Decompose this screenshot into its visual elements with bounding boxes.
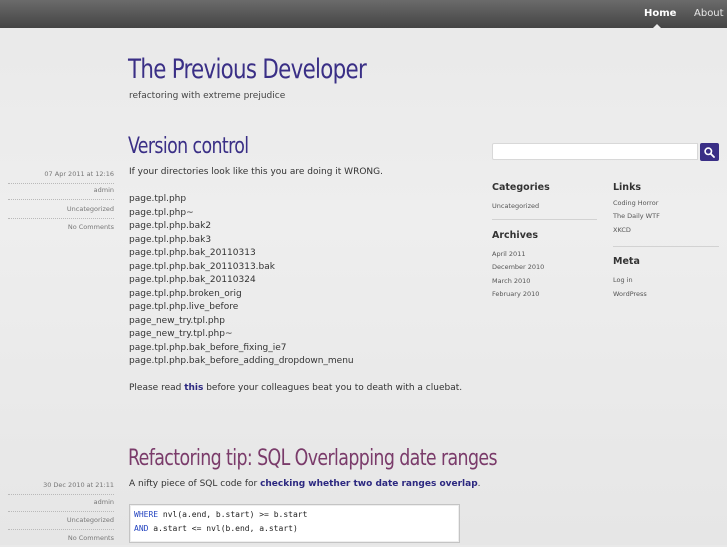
code-line: AND a.start <= nvl(b.end, a.start)	[134, 524, 298, 533]
post-text: before your colleagues beat you to death…	[203, 383, 463, 393]
divider	[613, 246, 719, 247]
file-list-item: page.tpl.php~	[129, 208, 194, 218]
widget-title-meta: Meta	[613, 256, 640, 267]
wordpress-link[interactable]: WordPress	[613, 290, 647, 298]
post-paragraph: A nifty piece of SQL code for checking w…	[129, 479, 481, 489]
search-button[interactable]	[700, 143, 719, 161]
search-input[interactable]	[492, 143, 698, 160]
site-tagline: refactoring with extreme prejudice	[129, 91, 286, 101]
post-paragraph: If your directories look like this you a…	[129, 167, 383, 177]
post-author[interactable]: admin	[8, 498, 114, 512]
file-list-item: page.tpl.php.live_before	[129, 302, 239, 312]
top-nav-bar: Home About	[0, 0, 727, 28]
nav-about-link[interactable]: About	[694, 8, 724, 19]
post-date: 07 Apr 2011 at 12:16	[8, 170, 114, 184]
file-list-item: page.tpl.php.bak_before_adding_dropdown_…	[129, 356, 354, 366]
code-text: nvl(a.end, b.start) >= b.start	[158, 510, 308, 519]
file-list-item: page_new_try.tpl.php	[129, 316, 225, 326]
blogroll-link[interactable]: Coding Horror	[613, 199, 658, 207]
post-title-sql-overlapping[interactable]: Refactoring tip: SQL Overlapping date ra…	[128, 446, 498, 471]
archive-link[interactable]: April 2011	[492, 250, 525, 258]
code-keyword: WHERE	[134, 510, 159, 519]
post-category[interactable]: Uncategorized	[8, 205, 114, 219]
file-list-item: page.tpl.php.broken_orig	[129, 289, 242, 299]
category-link[interactable]: Uncategorized	[492, 202, 539, 210]
blogroll-link[interactable]: XKCD	[613, 226, 631, 234]
divider	[492, 219, 597, 220]
code-block: WHERE nvl(a.end, b.start) >= b.start AND…	[129, 504, 460, 543]
file-list-item: page.tpl.php.bak_20110313.bak	[129, 262, 275, 272]
post-title-version-control[interactable]: Version control	[128, 134, 249, 159]
this-link[interactable]: this	[184, 383, 203, 393]
post-paragraph-cluebat: Please read this before your colleagues …	[129, 383, 462, 393]
file-list-item: page.tpl.php.bak2	[129, 221, 212, 231]
file-list-item: page_new_try.tpl.php~	[129, 329, 233, 339]
file-list-item: page.tpl.php.bak_20110324	[129, 275, 256, 285]
post-comments-link[interactable]: No Comments	[8, 223, 114, 236]
file-list-item: page.tpl.php	[129, 194, 187, 204]
archive-link[interactable]: December 2010	[492, 263, 544, 271]
login-link[interactable]: Log in	[613, 276, 633, 284]
code-keyword: AND	[134, 524, 149, 533]
post-text: A nifty piece of SQL code for	[129, 479, 261, 489]
date-range-overlap-link[interactable]: checking whether two date ranges overlap	[260, 479, 478, 489]
widget-title-links: Links	[613, 182, 642, 193]
blogroll-link[interactable]: The Daily WTF	[613, 212, 660, 220]
file-list-item: page.tpl.php.bak_20110313	[129, 248, 256, 258]
post-date: 30 Dec 2010 at 21:11	[8, 481, 114, 495]
post-text: .	[477, 479, 481, 489]
code-line: WHERE nvl(a.end, b.start) >= b.start	[134, 510, 307, 519]
post-author[interactable]: admin	[8, 186, 114, 200]
active-nav-indicator	[653, 24, 661, 28]
site-title[interactable]: The Previous Developer	[128, 54, 367, 85]
archive-link[interactable]: March 2010	[492, 277, 530, 285]
widget-title-categories: Categories	[492, 182, 550, 193]
post-category[interactable]: Uncategorized	[8, 516, 114, 530]
file-list-item: page.tpl.php.bak3	[129, 235, 212, 245]
post-text: Please read	[129, 383, 185, 393]
code-text: a.start <= nvl(b.end, a.start)	[148, 524, 298, 533]
file-list-item: page.tpl.php.bak_before_fixing_ie7	[129, 343, 287, 353]
widget-title-archives: Archives	[492, 230, 538, 241]
archive-link[interactable]: February 2010	[492, 290, 539, 298]
post-comments-link[interactable]: No Comments	[8, 534, 114, 547]
nav-home-link[interactable]: Home	[644, 8, 676, 19]
